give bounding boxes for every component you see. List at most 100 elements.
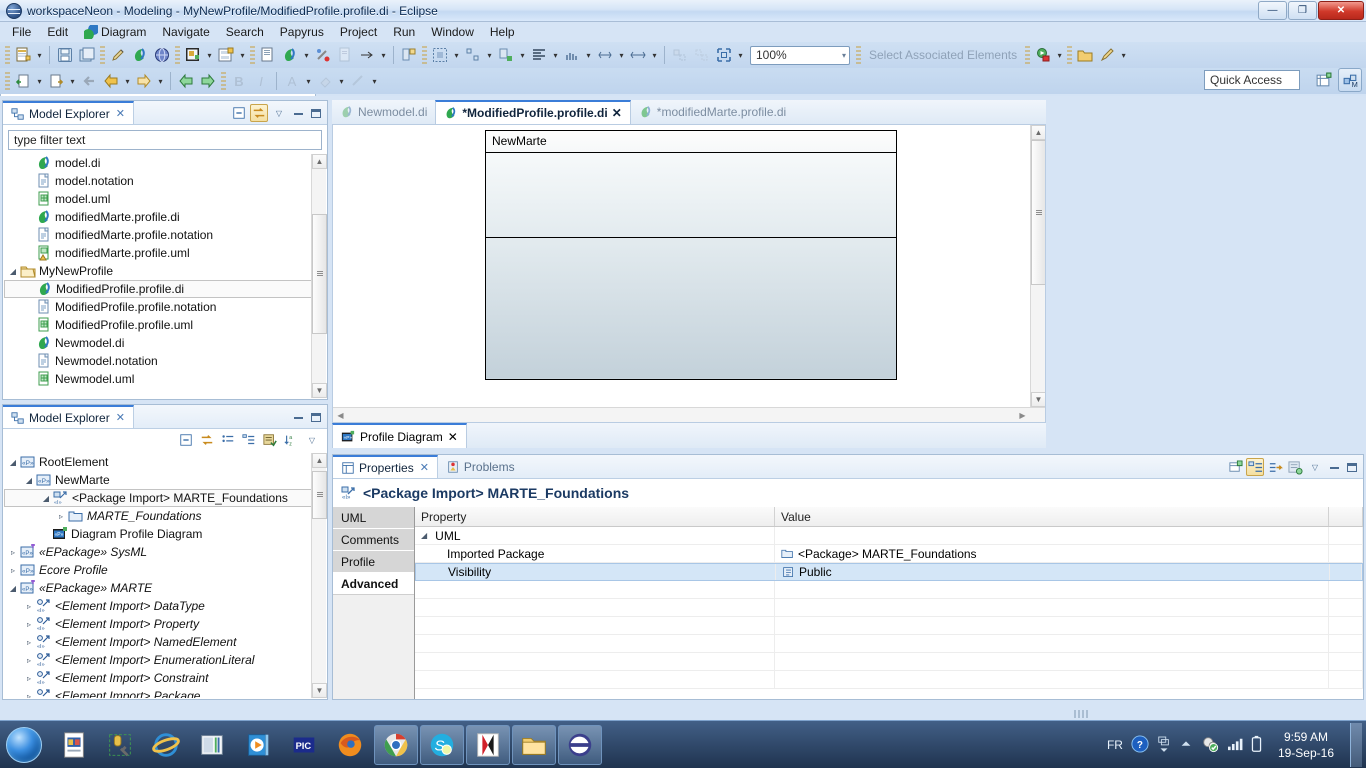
font-color-button[interactable]: A xyxy=(281,70,303,92)
firefox-app-icon[interactable] xyxy=(328,725,372,765)
sash-grip[interactable] xyxy=(1074,710,1090,718)
arrow-right-dropdown[interactable]: ▾ xyxy=(378,44,389,66)
maximize-view-button[interactable] xyxy=(1344,459,1360,475)
minimize-button[interactable]: — xyxy=(1258,1,1287,20)
scroll-down-arrow-icon[interactable]: ▼ xyxy=(312,683,327,698)
new-wizard-button[interactable] xyxy=(12,44,34,66)
canvas-hscrollbar[interactable]: ◀ ▶ xyxy=(333,407,1045,422)
scroll-thumb[interactable] xyxy=(1031,140,1045,285)
view-menu-button[interactable]: ▽ xyxy=(270,104,288,122)
tree-item[interactable]: modifiedMarte.profile.di xyxy=(4,208,326,226)
properties-tab-uml[interactable]: UML xyxy=(333,507,414,529)
distribute-button[interactable] xyxy=(594,44,616,66)
tab-properties[interactable]: Properties ✕ xyxy=(333,455,438,478)
routing-dropdown[interactable]: ▾ xyxy=(583,44,594,66)
toolbar-grip[interactable] xyxy=(856,46,861,64)
import-button[interactable] xyxy=(12,70,34,92)
column-header-property[interactable]: Property xyxy=(415,507,775,526)
highlight-pen-button[interactable] xyxy=(1096,44,1118,66)
new-papyrus-project-dropdown[interactable]: ▾ xyxy=(204,44,215,66)
fill-color-dropdown[interactable]: ▾ xyxy=(336,70,347,92)
show-categories-button[interactable] xyxy=(1246,458,1264,476)
action-center-tray-ic on[interactable] xyxy=(1201,735,1219,756)
tree-expander-icon[interactable]: ▹ xyxy=(6,566,20,575)
edit-pencil-button[interactable] xyxy=(107,44,129,66)
internet-explorer-app-icon[interactable] xyxy=(144,725,188,765)
tree-item[interactable]: model.di xyxy=(4,154,326,172)
tree-item[interactable]: ModifiedProfile.profile.di xyxy=(4,280,326,298)
scroll-down-arrow-icon[interactable]: ▼ xyxy=(1031,392,1045,407)
menu-project[interactable]: Project xyxy=(332,23,385,41)
new-wizard-dropdown[interactable]: ▾ xyxy=(34,44,45,66)
new-papyrus-project-button[interactable] xyxy=(182,44,204,66)
new-tab-button[interactable] xyxy=(1226,458,1244,476)
scroll-up-arrow-icon[interactable]: ▲ xyxy=(312,453,327,468)
import-dropdown[interactable]: ▾ xyxy=(34,70,45,92)
tree-item[interactable]: ◢ «P» NewMarte xyxy=(4,471,326,489)
show-properties-button[interactable] xyxy=(219,431,237,449)
diagram-canvas[interactable]: NewMarte ▲ ▼ ◀ ▶ xyxy=(332,125,1046,423)
export-dropdown[interactable]: ▾ xyxy=(67,70,78,92)
open-perspective-button[interactable] xyxy=(1311,68,1335,92)
line-color-button[interactable] xyxy=(347,70,369,92)
menu-window[interactable]: Window xyxy=(423,23,482,41)
tree-item[interactable]: «P» Diagram Profile Diagram xyxy=(4,525,326,543)
run-dropdown[interactable]: ▾ xyxy=(1054,44,1065,66)
toolbar-grip[interactable] xyxy=(1067,46,1073,64)
tree-item[interactable]: modifiedMarte.profile.notation xyxy=(4,226,326,244)
menu-edit[interactable]: Edit xyxy=(39,23,76,41)
tab-model-explorer-top[interactable]: Model Explorer ✕ xyxy=(3,101,134,124)
routing-button[interactable] xyxy=(561,44,583,66)
expand-tree-button[interactable] xyxy=(240,431,258,449)
scroll-thumb[interactable] xyxy=(312,471,327,519)
properties-table-body[interactable]: ◢ UML Imported Package <Package> MARTE_Foun… xyxy=(415,527,1363,689)
close-button[interactable]: ✕ xyxy=(1318,1,1364,20)
validate-button[interactable] xyxy=(312,44,334,66)
menu-papyrus[interactable]: Papyrus xyxy=(272,23,332,41)
show-hidden-icons-icon[interactable] xyxy=(1179,737,1193,754)
scroll-right-arrow-icon[interactable]: ▶ xyxy=(1015,408,1030,422)
text-align-button[interactable] xyxy=(528,44,550,66)
tree-expander-icon[interactable]: ▹ xyxy=(22,638,36,647)
new-diagram-button[interactable] xyxy=(215,44,237,66)
tree-expander-icon[interactable]: ◢ xyxy=(39,494,53,503)
tree-item[interactable]: modifiedMarte.profile.uml xyxy=(4,244,326,262)
eclipse-app-icon[interactable] xyxy=(558,724,602,765)
line-color-dropdown[interactable]: ▾ xyxy=(369,70,380,92)
tree-item[interactable]: ModifiedProfile.profile.uml xyxy=(4,316,326,334)
fit-width-button[interactable] xyxy=(627,44,649,66)
window-switcher-tray-icon[interactable] xyxy=(1157,735,1171,756)
fit-width-dropdown[interactable]: ▾ xyxy=(649,44,660,66)
tree-item[interactable]: Newmodel.uml xyxy=(4,370,326,388)
properties-tab-comments[interactable]: Comments xyxy=(333,529,414,551)
diagram-sheet-tab-profile-diagram[interactable]: «P» Profile Diagram ✕ xyxy=(332,423,467,448)
scroll-up-arrow-icon[interactable]: ▲ xyxy=(1031,125,1045,140)
save-all-button[interactable] xyxy=(76,44,98,66)
tree-item[interactable]: ▹ «I» <Element Import> EnumerationLiteral xyxy=(4,651,326,669)
skype-app-icon[interactable]: S xyxy=(420,724,464,765)
run-button[interactable] xyxy=(1032,44,1054,66)
show-desktop-button[interactable] xyxy=(1350,723,1362,767)
battery-tray-icon[interactable] xyxy=(1251,735,1262,756)
close-icon[interactable]: ✕ xyxy=(420,461,429,474)
media-player-app-icon[interactable] xyxy=(236,725,280,765)
back-arrow-button[interactable] xyxy=(78,70,100,92)
font-color-dropdown[interactable]: ▾ xyxy=(303,70,314,92)
properties-row-value[interactable] xyxy=(775,527,1329,544)
select-all-dropdown[interactable]: ▾ xyxy=(451,44,462,66)
help-tray-icon[interactable]: ? xyxy=(1131,734,1149,756)
network-signal-tray-icon[interactable] xyxy=(1227,737,1243,754)
pin-properties-button[interactable] xyxy=(1266,458,1284,476)
language-indicator[interactable]: FR xyxy=(1107,738,1123,752)
tab-model-explorer-bottom[interactable]: Model Explorer ✕ xyxy=(3,405,134,428)
view-menu-button[interactable]: ▽ xyxy=(1306,458,1324,476)
maximize-view-button[interactable] xyxy=(308,409,324,425)
tree-expander-icon[interactable]: ◢ xyxy=(6,267,20,276)
minimize-view-button[interactable] xyxy=(1326,459,1342,475)
minimize-view-button[interactable] xyxy=(290,105,306,121)
menu-search[interactable]: Search xyxy=(218,23,272,41)
toolbar-grip[interactable] xyxy=(221,72,226,90)
tree-item[interactable]: ▹ «I» <Element Import> Constraint xyxy=(4,669,326,687)
globe-button[interactable] xyxy=(151,44,173,66)
menu-file[interactable]: File xyxy=(4,23,39,41)
